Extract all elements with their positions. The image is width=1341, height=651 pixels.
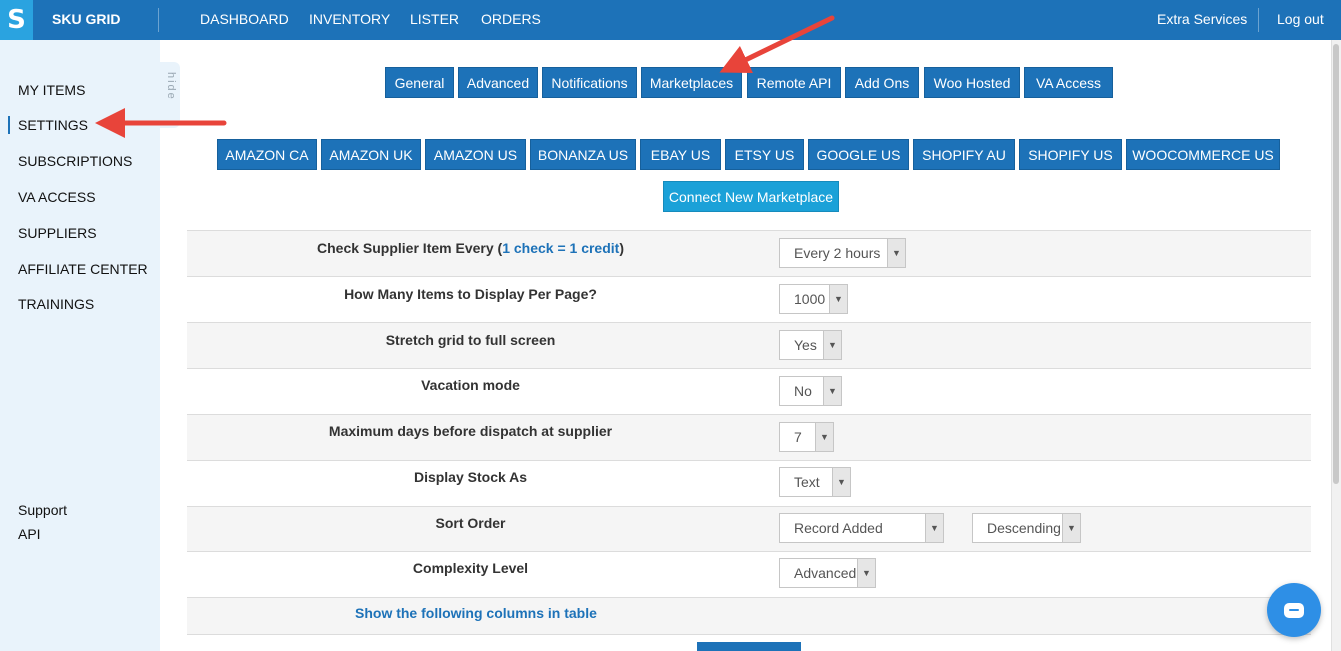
row-label: Complexity Level [412,560,529,576]
marketplace-shopify-us[interactable]: SHOPIFY US [1019,139,1122,170]
chat-glyph [1284,602,1304,618]
logout-link[interactable]: Log out [1277,11,1324,27]
chat-bubble-icon[interactable] [1267,583,1321,637]
chevron-down-icon: ▼ [925,514,943,542]
sidebar-active-indicator [8,116,10,134]
sidebar-hide-label[interactable]: hide [163,72,177,112]
chevron-down-icon: ▼ [832,468,850,496]
items-per-page-select[interactable]: 1000 ▼ [779,284,848,314]
nav-divider [1258,8,1259,32]
marketplace-woocommerce-us[interactable]: WOOCOMMERCE US [1126,139,1280,170]
chevron-down-icon: ▼ [815,423,833,451]
marketplace-etsy-us[interactable]: ETSY US [725,139,804,170]
settings-row-sort-order: Sort Order [187,506,1311,551]
nav-extra-services[interactable]: Extra Services [1157,11,1247,27]
brand-name[interactable]: SKU GRID [52,11,120,27]
chevron-down-icon: ▼ [829,285,847,313]
marketplace-google-us[interactable]: GOOGLE US [808,139,909,170]
chevron-down-icon: ▼ [823,331,841,359]
sort-direction-select[interactable]: Descending ▼ [972,513,1081,543]
sidebar-item-trainings[interactable]: TRAININGS [18,296,94,312]
nav-divider [158,8,159,32]
settings-row-max-days: Maximum days before dispatch at supplier [187,414,1311,460]
check-frequency-select[interactable]: Every 2 hours ▼ [779,238,906,268]
tab-add-ons[interactable]: Add Ons [845,67,919,98]
settings-row-stretch-grid: Stretch grid to full screen [187,322,1311,368]
row-label: How Many Items to Display Per Page? [344,286,597,302]
scrollbar-thumb[interactable] [1333,44,1339,484]
marketplace-amazon-us[interactable]: AMAZON US [425,139,526,170]
sidebar-item-subscriptions[interactable]: SUBSCRIPTIONS [18,153,132,169]
tab-advanced[interactable]: Advanced [458,67,538,98]
marketplace-amazon-ca[interactable]: AMAZON CA [217,139,317,170]
sidebar-link-support[interactable]: Support [18,502,67,518]
tab-marketplaces[interactable]: Marketplaces [641,67,742,98]
sidebar-item-settings[interactable]: SETTINGS [18,117,88,133]
settings-row-vacation-mode: Vacation mode [187,368,1311,414]
tab-general[interactable]: General [385,67,454,98]
chevron-down-icon: ▼ [857,559,875,587]
top-navbar: S SKU GRID DASHBOARD INVENTORY LISTER OR… [0,0,1341,40]
logo[interactable]: S [0,0,33,40]
sidebar-link-api[interactable]: API [18,526,41,542]
marketplace-ebay-us[interactable]: EBAY US [640,139,721,170]
chevron-down-icon: ▼ [823,377,841,405]
row-label: Vacation mode [421,377,520,393]
marketplace-bonanza-us[interactable]: BONANZA US [530,139,636,170]
show-columns-toggle[interactable]: Show the following columns in table [355,605,597,621]
tab-va-access[interactable]: VA Access [1024,67,1113,98]
credit-info-link[interactable]: 1 check = 1 credit [502,240,619,256]
row-label: Stretch grid to full screen [385,332,556,348]
connect-marketplace-button[interactable]: Connect New Marketplace [663,181,839,212]
tab-woo-hosted[interactable]: Woo Hosted [924,67,1020,98]
sidebar-item-suppliers[interactable]: SUPPLIERS [18,225,97,241]
nav-lister[interactable]: LISTER [410,11,459,27]
settings-row-items-per-page: How Many Items to Display Per Page? [187,276,1311,322]
save-button[interactable] [697,642,801,651]
vacation-mode-select[interactable]: No ▼ [779,376,842,406]
complexity-select[interactable]: Advanced ▼ [779,558,876,588]
stretch-grid-select[interactable]: Yes ▼ [779,330,842,360]
sidebar-item-affiliate-center[interactable]: AFFILIATE CENTER [18,261,148,277]
tab-remote-api[interactable]: Remote API [747,67,841,98]
row-label: Check Supplier Item Every (1 check = 1 c… [317,240,624,256]
settings-row-check-supplier: Check Supplier Item Every (1 check = 1 c… [187,230,1311,276]
marketplace-amazon-uk[interactable]: AMAZON UK [321,139,421,170]
dollar-s-icon: S [7,5,26,35]
nav-dashboard[interactable]: DASHBOARD [200,11,289,27]
chevron-down-icon: ▼ [887,239,905,267]
max-days-select[interactable]: 7 ▼ [779,422,834,452]
row-label: Display Stock As [413,469,528,485]
sidebar-item-my-items[interactable]: MY ITEMS [18,82,85,98]
tab-notifications[interactable]: Notifications [542,67,637,98]
nav-orders[interactable]: ORDERS [481,11,541,27]
settings-row-display-stock: Display Stock As [187,460,1311,506]
display-stock-select[interactable]: Text ▼ [779,467,851,497]
settings-row-complexity: Complexity Level [187,551,1311,597]
row-label: Sort Order [435,515,506,531]
nav-inventory[interactable]: INVENTORY [309,11,390,27]
sidebar-item-va-access[interactable]: VA ACCESS [18,189,96,205]
chevron-down-icon: ▼ [1062,514,1080,542]
marketplace-shopify-au[interactable]: SHOPIFY AU [913,139,1015,170]
row-label: Maximum days before dispatch at supplier [328,423,613,439]
sort-field-select[interactable]: Record Added ▼ [779,513,944,543]
